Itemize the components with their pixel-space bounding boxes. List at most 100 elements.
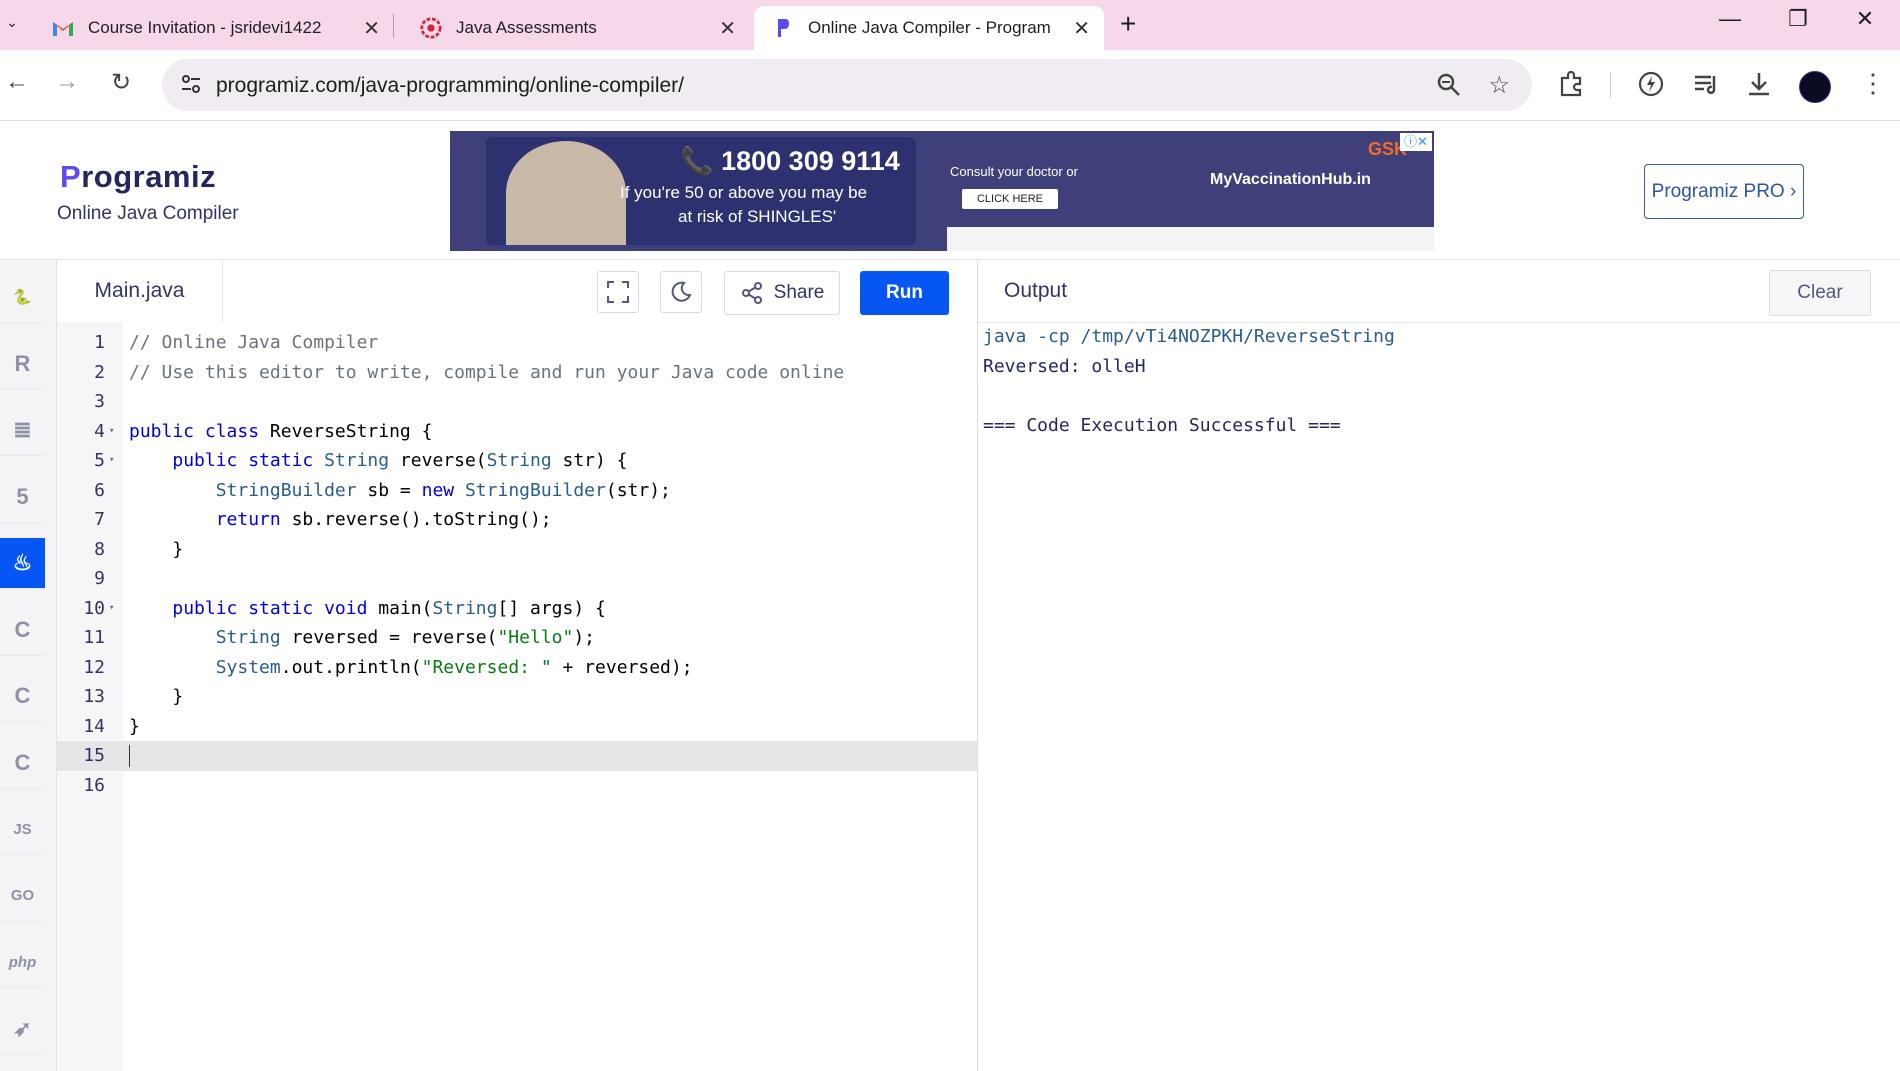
dark-mode-moon-icon[interactable] [660, 271, 702, 313]
tab-gmail[interactable]: Course Invitation - jsridevi1422 ✕ [26, 6, 394, 50]
ad-click-here-button[interactable]: CLICK HERE [962, 189, 1058, 209]
language-glyph: C [14, 683, 31, 708]
forward-arrow-icon[interactable]: → [50, 68, 84, 96]
code-token: sb = [367, 479, 422, 501]
media-queue-icon[interactable] [1692, 70, 1720, 103]
code-line[interactable]: 2 // Use this editor to write, compile an… [57, 358, 977, 388]
language-c-icon[interactable]: C [0, 605, 45, 656]
programiz-pro-button[interactable]: Programiz PRO › [1644, 164, 1804, 219]
line-number: 11 [83, 627, 105, 648]
code-token: String [215, 627, 292, 648]
language-python-icon[interactable]: 🐍 [0, 272, 45, 323]
extensions-icon[interactable] [1558, 70, 1586, 103]
code-line[interactable]: 6 StringBuilder sb = new StringBuilder(s… [57, 476, 977, 506]
download-icon[interactable] [1745, 70, 1773, 103]
fold-toggle-icon[interactable]: ▾ [109, 446, 114, 476]
language-java-icon[interactable]: ♨ [0, 538, 45, 589]
site-info-icon[interactable] [180, 73, 202, 100]
code-line[interactable]: 15 [57, 741, 977, 771]
file-tab-main-java[interactable]: Main.java [57, 260, 223, 322]
code-token: } [129, 538, 184, 560]
fold-toggle-icon[interactable]: ▾ [109, 417, 114, 447]
browser-menu-icon[interactable]: ⋮ [1860, 68, 1886, 99]
code-line[interactable]: 11 String reversed = reverse("Hello"); [57, 623, 977, 653]
language-html-icon[interactable]: 5 [0, 472, 45, 523]
language-glyph: JS [13, 820, 32, 838]
reload-icon[interactable]: ↻ [104, 68, 138, 97]
minimize-icon[interactable]: — [1710, 6, 1750, 32]
clear-button[interactable]: Clear [1769, 270, 1871, 316]
code-line[interactable]: 12 System.out.println("Reversed: " + rev… [57, 653, 977, 683]
code-text: System.out.println("Reversed: " + revers… [129, 653, 693, 683]
new-tab-plus-icon[interactable]: + [1120, 8, 1136, 40]
code-line[interactable]: 3 [57, 387, 977, 417]
back-arrow-icon[interactable]: ← [0, 68, 34, 96]
programiz-logo[interactable]: Programiz [60, 159, 216, 195]
address-toolbar: ← → ↻ programiz.com/java-programming/onl… [0, 50, 1900, 121]
pane-divider[interactable] [977, 260, 978, 1071]
tab-online-java-compiler[interactable]: Online Java Compiler - Program ✕ [754, 6, 1104, 50]
code-line[interactable]: 9 [57, 564, 977, 594]
code-token: sb.reverse().toString(); [291, 509, 552, 530]
language-sql-icon[interactable]: ≣ [0, 405, 45, 456]
line-number: 3 [94, 391, 105, 412]
zoom-icon[interactable] [1436, 72, 1462, 103]
code-line[interactable]: 1 // Online Java Compiler [57, 328, 977, 358]
language-go-icon[interactable]: GO [0, 871, 45, 922]
fold-toggle-icon[interactable]: ▾ [109, 594, 114, 624]
run-button[interactable]: Run [860, 271, 949, 315]
address-bar[interactable]: programiz.com/java-programming/online-co… [162, 59, 1532, 111]
close-tab-icon[interactable]: ✕ [719, 16, 736, 41]
code-line[interactable]: 14} [57, 712, 977, 742]
code-editor[interactable]: 1 // Online Java Compiler 2 // Use this edi… [57, 322, 977, 1071]
output-console[interactable]: java -cp /tmp/vTi4NOZPKH/ReverseString Re… [983, 322, 1893, 1071]
code-token: // Use this editor to write, compile and… [129, 361, 845, 383]
code-text: // Use this editor to write, compile and… [129, 358, 844, 388]
tab-java-assessments[interactable]: Java Assessments ✕ [394, 6, 750, 50]
code-token: StringBuilder [215, 479, 368, 501]
fullscreen-icon[interactable] [597, 271, 639, 313]
line-number: 4 [94, 420, 105, 442]
code-line[interactable]: 5 ▾ public static String reverse(String s… [57, 446, 977, 476]
code-line[interactable]: 7 return sb.reverse().toString(); [57, 505, 977, 535]
share-button[interactable]: Share [724, 271, 840, 315]
code-line[interactable]: 16 [57, 771, 977, 801]
code-token: ReverseString { [269, 420, 433, 442]
close-tab-icon[interactable]: ✕ [1073, 16, 1090, 41]
language-r-icon[interactable]: R [0, 339, 45, 390]
code-text: StringBuilder sb = new StringBuilder(str… [129, 476, 671, 506]
language-js-icon[interactable]: JS [0, 804, 45, 855]
bookmark-star-icon[interactable]: ☆ [1488, 71, 1510, 100]
close-window-icon[interactable]: ✕ [1845, 6, 1885, 32]
tab-search-chevron-icon[interactable]: ⌄ [0, 10, 24, 34]
gmail-icon [52, 17, 74, 39]
restore-icon[interactable]: ❐ [1778, 6, 1818, 32]
profile-avatar[interactable] [1799, 71, 1831, 103]
language-swift-icon[interactable]: ➶ [0, 1004, 45, 1055]
line-number: 7 [94, 509, 105, 530]
line-number: 12 [83, 656, 105, 678]
line-number: 8 [94, 538, 105, 560]
language-glyph: R [14, 350, 31, 376]
code-text: } [129, 535, 183, 565]
language-csharp-icon[interactable]: C [0, 738, 45, 789]
code-token: return [215, 509, 292, 530]
code-text: public class ReverseString { [129, 417, 432, 447]
advertisement-banner[interactable]: 📞 1800 309 9114 If you're 50 or above yo… [450, 131, 1434, 251]
language-cpp-icon[interactable]: C [0, 671, 45, 722]
code-line[interactable]: 13 } [57, 682, 977, 712]
ad-choices-icon[interactable]: ⓘ✕ [1400, 133, 1432, 151]
code-line[interactable]: 8 } [57, 535, 977, 565]
output-command-line: java -cp /tmp/vTi4NOZPKH/ReverseString [983, 326, 1395, 347]
code-line[interactable]: 10 ▾ public static void main(String[] arg… [57, 594, 977, 624]
close-tab-icon[interactable]: ✕ [363, 16, 380, 41]
code-text: // Online Java Compiler [129, 328, 378, 358]
performance-icon[interactable] [1637, 70, 1665, 103]
language-php-icon[interactable]: php [0, 937, 45, 988]
language-glyph: C [14, 749, 31, 775]
code-line[interactable]: 4 ▾ public class ReverseString { [57, 417, 977, 447]
